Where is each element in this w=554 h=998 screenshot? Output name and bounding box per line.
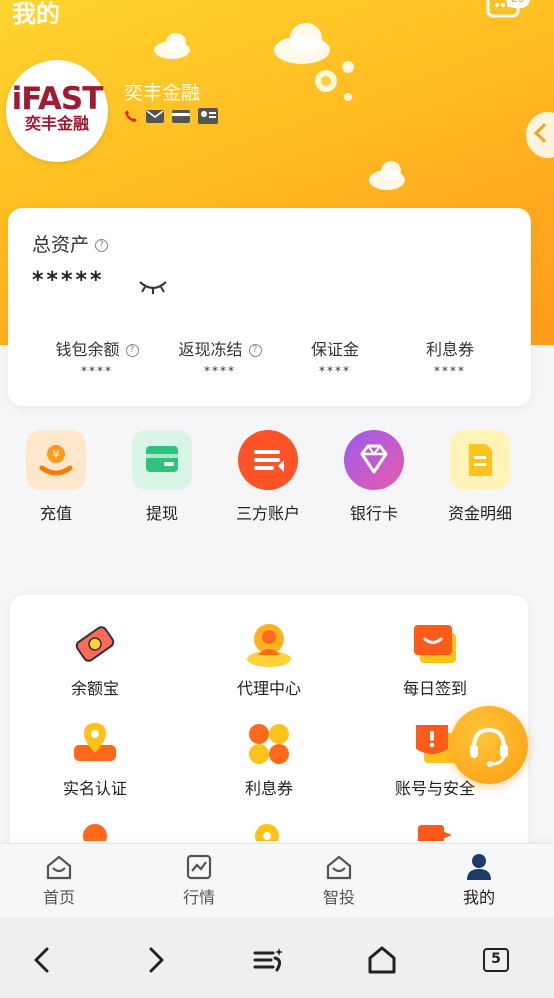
stat-label-text: 返现冻结 (178, 340, 243, 359)
stat-wallet-balance[interactable]: 钱包余额? **** (32, 336, 162, 378)
verification-icons (124, 107, 218, 125)
tab-profile[interactable]: 我的 (429, 852, 529, 908)
tab-label: 行情 (182, 888, 215, 907)
stat-label: 保证金 (310, 340, 359, 359)
market-chart-icon (186, 854, 212, 880)
tab-label: 智投 (322, 888, 355, 907)
help-icon[interactable]: ? (125, 344, 139, 357)
quick-action-label: 三方账户 (235, 504, 300, 523)
service-real-name-auth[interactable]: 实名认证 (10, 719, 180, 799)
service-label: 每日签到 (402, 679, 467, 698)
back-icon[interactable] (22, 940, 62, 980)
profile-icon (467, 854, 491, 880)
total-assets-title: 总资产 (32, 234, 90, 256)
avatar-logo-text: iFAST (11, 81, 104, 117)
tab-smart-invest[interactable]: 智投 (289, 852, 389, 908)
stat-value: **** (204, 364, 236, 378)
eye-closed-icon[interactable] (138, 278, 168, 294)
home-icon (46, 855, 72, 880)
forward-icon[interactable] (136, 940, 176, 980)
stat-value: **** (319, 364, 351, 378)
tabs-button[interactable]: 5 (476, 940, 516, 980)
cloud-decoration (369, 161, 405, 190)
tab-label: 首页 (42, 888, 75, 907)
message-badge: 20 (506, 0, 530, 8)
svg-text:¥: ¥ (53, 448, 60, 461)
quick-action-bank-card[interactable]: 银行卡 (319, 430, 429, 524)
stat-deposit[interactable]: 保证金 **** (270, 336, 400, 378)
user-name: 奕丰金融 (124, 82, 201, 104)
daily-checkin-icon (410, 619, 460, 669)
quick-action-label: 充值 (39, 504, 72, 523)
browser-toolbar: 5 (0, 918, 554, 998)
quick-action-label: 资金明细 (447, 504, 512, 523)
interest-coupon-icon (244, 719, 294, 769)
chevron-left-icon (534, 123, 554, 143)
smart-invest-icon (326, 855, 352, 880)
service-interest-coupon[interactable]: 利息券 (184, 719, 354, 799)
menu-icon[interactable] (249, 940, 289, 980)
stat-label-text: 钱包余额 (55, 340, 120, 359)
stat-interest-coupon[interactable]: 利息券 **** (385, 336, 515, 378)
quick-action-label: 提现 (145, 504, 178, 523)
id-card-icon (198, 108, 218, 124)
total-assets-card: 总资产? ***** 钱包余额? **** 返现冻结? **** 保证金 ***… (8, 208, 531, 406)
service-agent-center[interactable]: 代理中心 (184, 619, 354, 699)
stat-value: **** (81, 364, 113, 378)
service-label: 代理中心 (236, 679, 301, 698)
total-assets-value: ***** (32, 268, 105, 293)
customer-support-button[interactable] (450, 706, 528, 784)
home-icon[interactable] (362, 940, 402, 980)
help-icon[interactable]: ? (95, 239, 109, 252)
coin-decoration (315, 61, 354, 101)
page-title: 我的 (12, 0, 60, 28)
assets-stats: 钱包余额? **** 返现冻结? **** 保证金 **** 利息券 **** (8, 336, 531, 386)
service-row-partial-icon (83, 824, 107, 841)
quick-action-third-party-account[interactable]: 三方账户 (213, 430, 323, 524)
real-name-auth-icon (70, 719, 120, 769)
tab-home[interactable]: 首页 (9, 852, 109, 908)
tab-count: 5 (483, 948, 509, 972)
email-icon (146, 109, 164, 123)
bank-card-icon (344, 430, 404, 490)
avatar-logo-subtext: 奕丰金融 (24, 114, 89, 133)
service-daily-checkin[interactable]: 每日签到 (350, 619, 520, 699)
recharge-icon: ¥ (26, 430, 86, 490)
service-row-partial-icon (418, 825, 452, 841)
service-row-partial-icon (255, 824, 279, 841)
quick-action-fund-details[interactable]: 资金明细 (425, 430, 535, 524)
help-icon[interactable]: ? (248, 344, 262, 357)
fund-details-icon (450, 430, 510, 490)
tab-market[interactable]: 行情 (149, 852, 249, 908)
headset-icon (470, 727, 508, 767)
phone-icon (125, 110, 137, 122)
tab-label: 我的 (462, 888, 495, 907)
stat-label: 利息券 (425, 340, 474, 359)
quick-action-recharge[interactable]: ¥ 充值 (1, 430, 111, 524)
third-party-account-icon (238, 430, 298, 490)
agent-center-icon (244, 619, 294, 669)
service-balance-treasure[interactable]: 余额宝 (10, 619, 180, 699)
expand-arrow-button[interactable] (526, 112, 554, 158)
bottom-tab-bar: 首页 行情 智投 我的 (0, 843, 554, 918)
total-assets-label: 总资产? (32, 230, 109, 257)
stat-label: 钱包余额? (32, 336, 162, 359)
stat-value: **** (434, 364, 466, 378)
service-label: 实名认证 (62, 779, 127, 798)
service-label: 余额宝 (70, 679, 119, 698)
stat-label: 返现冻结? (155, 336, 285, 359)
balance-treasure-icon (70, 619, 120, 669)
withdraw-icon (132, 430, 192, 490)
quick-actions: ¥ 充值 提现 三方账户 银行卡 资金明细 (0, 430, 554, 530)
cloud-decoration (154, 33, 190, 59)
quick-action-withdraw[interactable]: 提现 (107, 430, 217, 524)
quick-action-label: 银行卡 (349, 504, 398, 523)
service-label: 利息券 (244, 779, 293, 798)
stat-cashback-frozen[interactable]: 返现冻结? **** (155, 336, 285, 378)
avatar[interactable]: iFAST 奕丰金融 (6, 60, 108, 162)
card-icon (172, 109, 190, 123)
